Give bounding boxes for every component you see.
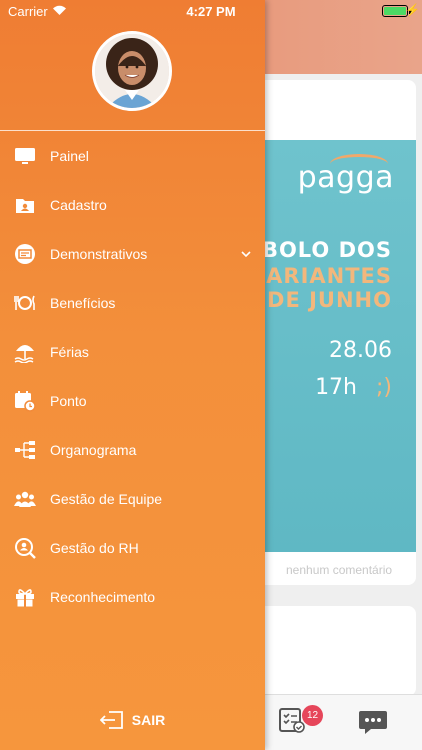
hr-search-icon xyxy=(14,537,36,559)
menu-item-reconhecimento[interactable]: Reconhecimento xyxy=(0,572,265,621)
folder-icon xyxy=(14,194,36,216)
menu-item-gestao-equipe[interactable]: Gestão de Equipe xyxy=(0,474,265,523)
menu-item-ponto[interactable]: Ponto xyxy=(0,376,265,425)
banner-smile: ;) xyxy=(376,375,392,400)
logout-label: SAIR xyxy=(131,712,166,728)
menu-item-label: Ponto xyxy=(50,392,87,409)
menu-item-label: Organograma xyxy=(50,441,137,458)
banner-line-2: SARIANTES xyxy=(252,264,392,288)
tasks-badge: 12 xyxy=(302,705,323,726)
chevron-down-icon[interactable] xyxy=(240,248,252,260)
banner-time-value: 17h xyxy=(315,375,357,400)
menu-item-organograma[interactable]: Organograma xyxy=(0,425,265,474)
navigation-drawer: Painel Cadastro Demonstrativos Benefício… xyxy=(0,0,265,750)
banner-time: 17h ;) xyxy=(315,375,392,400)
pagga-logo: pagga xyxy=(297,160,394,195)
beach-umbrella-icon xyxy=(14,341,36,363)
banner-line-3: DE JUNHO xyxy=(267,288,392,312)
cutlery-icon xyxy=(14,292,36,314)
menu-item-beneficios[interactable]: Benefícios xyxy=(0,278,265,327)
menu-item-cadastro[interactable]: Cadastro xyxy=(0,180,265,229)
menu-item-gestao-rh[interactable]: Gestão do RH xyxy=(0,523,265,572)
tasks-icon[interactable] xyxy=(278,706,306,734)
menu-item-label: Férias xyxy=(50,343,89,360)
menu-item-ferias[interactable]: Férias xyxy=(0,327,265,376)
menu-item-painel[interactable]: Painel xyxy=(0,131,265,180)
org-chart-icon xyxy=(14,439,36,461)
calendar-clock-icon xyxy=(14,390,36,412)
feed-card-2[interactable] xyxy=(252,606,416,696)
feed-card[interactable]: pagga BOLO DOS SARIANTES DE JUNHO 28.06 … xyxy=(252,80,416,585)
chat-icon[interactable] xyxy=(358,708,388,736)
team-icon xyxy=(14,488,36,510)
menu-item-label: Cadastro xyxy=(50,196,107,213)
gift-icon xyxy=(14,586,36,608)
logout-button[interactable]: SAIR xyxy=(0,700,265,740)
logout-icon xyxy=(99,711,123,729)
menu-item-label: Benefícios xyxy=(50,294,116,311)
menu-item-label: Painel xyxy=(50,147,89,164)
status-time: 4:27 PM xyxy=(186,4,236,19)
event-banner[interactable]: pagga BOLO DOS SARIANTES DE JUNHO 28.06 … xyxy=(252,140,416,552)
comment-count[interactable]: nenhum comentário xyxy=(286,563,392,577)
statement-icon xyxy=(14,243,36,265)
monitor-icon xyxy=(14,145,36,167)
charging-icon: ⚡ xyxy=(405,3,420,17)
menu-item-label: Demonstrativos xyxy=(50,245,148,262)
avatar[interactable] xyxy=(92,31,172,111)
menu-item-label: Reconhecimento xyxy=(50,588,156,605)
banner-date: 28.06 xyxy=(329,338,392,363)
banner-line-1: BOLO DOS xyxy=(261,238,392,262)
menu-item-label: Gestão de Equipe xyxy=(50,490,163,507)
menu-item-label: Gestão do RH xyxy=(50,539,139,556)
status-bar: Carrier 4:27 PM ⚡ xyxy=(0,0,422,22)
menu-item-demonstrativos[interactable]: Demonstrativos xyxy=(0,229,265,278)
